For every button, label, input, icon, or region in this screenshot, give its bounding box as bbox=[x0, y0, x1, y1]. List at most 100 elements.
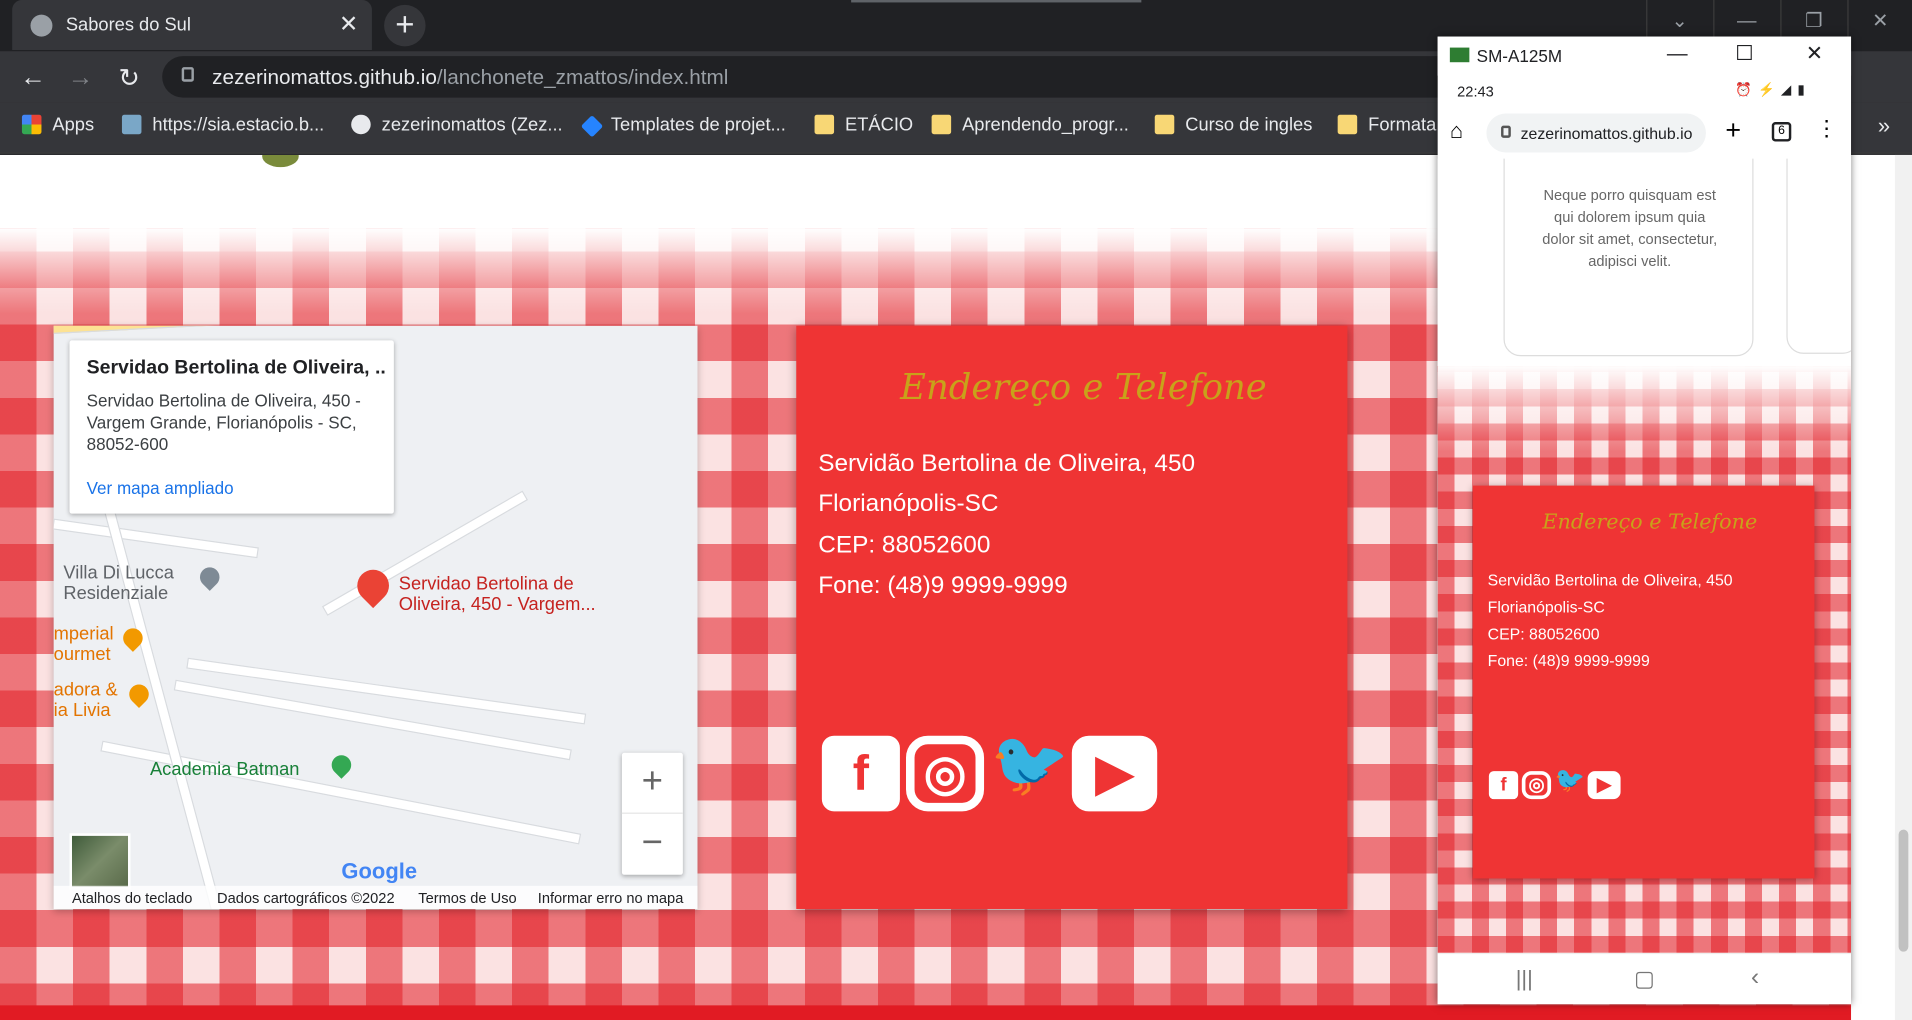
folder-icon bbox=[931, 114, 952, 135]
apps-grid-icon bbox=[21, 114, 42, 135]
instagram-icon[interactable]: ◎ bbox=[1521, 771, 1552, 800]
bookmark-estacio[interactable]: ETÁCIO bbox=[814, 114, 913, 142]
reload-button[interactable]: ↻ bbox=[115, 63, 144, 94]
map-data-text: Dados cartográficos ©2022 bbox=[217, 889, 395, 907]
gym-pin-icon bbox=[327, 751, 356, 779]
url-text: zezerinomattos.github.io/lanchonete_zmat… bbox=[212, 65, 729, 90]
terms-link[interactable]: Termos de Uso bbox=[418, 889, 516, 906]
contact-city: Florianópolis-SC bbox=[818, 490, 999, 518]
embedded-map[interactable]: Servidao Bertolina de Oliveira, ... Serv… bbox=[53, 325, 698, 909]
more-bookmarks-icon[interactable]: » bbox=[1878, 113, 1890, 139]
facebook-icon[interactable]: f bbox=[821, 735, 900, 812]
instagram-icon[interactable]: ◎ bbox=[906, 735, 985, 812]
android-nav-bar: ||| ▢ ‹ bbox=[1437, 952, 1852, 1005]
new-tab-button[interactable]: + bbox=[384, 4, 426, 47]
phone-new-tab-icon[interactable]: + bbox=[1725, 115, 1741, 147]
phone-page: Neque porro quisquam est qui dolorem ips… bbox=[1437, 158, 1852, 953]
twitter-icon[interactable]: 🐦 bbox=[990, 733, 1069, 812]
contact-card: Endereço e Telefone Servidão Bertolina d… bbox=[796, 325, 1348, 909]
poi-imperial-gourmet[interactable]: mperial ourmet bbox=[54, 623, 121, 664]
phone-url: zezerinomattos.github.io bbox=[1520, 124, 1693, 143]
google-logo: Google bbox=[341, 858, 418, 884]
contact-cep: CEP: 88052600 bbox=[818, 531, 991, 559]
phone-maximize-button[interactable]: ☐ bbox=[1735, 41, 1754, 65]
product-card: Neque porro quisquam est qui dolorem ips… bbox=[1503, 158, 1754, 357]
forward-button[interactable]: → bbox=[66, 63, 95, 92]
folder-icon bbox=[814, 114, 835, 135]
bookmark-curso-ingles[interactable]: Curso de ingles bbox=[1154, 114, 1312, 142]
phone-contact-cep: CEP: 88052600 bbox=[1487, 624, 1600, 643]
poi-academia-batman[interactable]: Academia Batman bbox=[150, 759, 299, 780]
facebook-icon[interactable]: f bbox=[1488, 771, 1519, 800]
phone-status-bar: 22:43 ⏰ ⚡ ◢ ▮ bbox=[1438, 76, 1851, 108]
phone-window-titlebar: SM-A125M — ☐ ✕ bbox=[1437, 36, 1852, 76]
view-larger-map-link[interactable]: Ver mapa ampliado bbox=[87, 478, 234, 498]
folder-icon bbox=[1154, 114, 1175, 135]
phone-contact-city: Florianópolis-SC bbox=[1487, 597, 1605, 617]
bookmark-aprendendo[interactable]: Aprendendo_progr... bbox=[931, 114, 1129, 142]
phone-menu-icon[interactable]: ⋮ bbox=[1816, 116, 1838, 142]
close-window-button[interactable]: ✕ bbox=[1847, 0, 1912, 47]
product-card-text: Neque porro quisquam est qui dolorem ips… bbox=[1542, 186, 1718, 270]
phone-mirror-window: SM-A125M — ☐ ✕ 22:43 ⏰ ⚡ ◢ ▮ ⌂ zezerinom… bbox=[1437, 36, 1852, 1005]
phone-browser-toolbar: ⌂ zezerinomattos.github.io + 6 ⋮ bbox=[1438, 107, 1851, 158]
next-product-card bbox=[1786, 158, 1852, 354]
zoom-control: + − bbox=[621, 752, 683, 875]
folder-icon bbox=[1337, 114, 1358, 135]
contact-phone: Fone: (48)9 9999-9999 bbox=[818, 572, 1068, 600]
restaurant-pin-icon bbox=[125, 680, 153, 709]
bookmark-templates[interactable]: Templates de projet... bbox=[580, 115, 786, 142]
tabs-count[interactable]: 6 bbox=[1771, 122, 1792, 142]
phone-contact-street: Servidão Bertolina de Oliveira, 450 bbox=[1487, 571, 1733, 590]
youtube-icon[interactable]: ▶ bbox=[1587, 771, 1621, 800]
zoom-in-button[interactable]: + bbox=[621, 753, 683, 814]
device-name: SM-A125M bbox=[1476, 46, 1563, 66]
android-home-icon[interactable]: ▢ bbox=[1634, 966, 1655, 992]
map-road bbox=[53, 518, 259, 559]
home-icon[interactable]: ⌂ bbox=[1450, 118, 1463, 144]
zoom-out-button[interactable]: − bbox=[622, 814, 683, 875]
place-address: Servidao Bertolina de Oliveira, 450 - Va… bbox=[86, 390, 361, 454]
map-footer: Atalhos do teclado Dados cartográficos ©… bbox=[53, 885, 698, 909]
twitter-icon[interactable]: 🐦 bbox=[1555, 769, 1585, 799]
report-error-link[interactable]: Informar erro no mapa bbox=[538, 889, 684, 906]
satellite-toggle[interactable] bbox=[69, 833, 131, 890]
phone-contact-phone: Fone: (48)9 9999-9999 bbox=[1487, 651, 1650, 670]
phone-contact-card: Endereço e Telefone Servidão Bertolina d… bbox=[1473, 485, 1815, 879]
browser-tab[interactable]: Sabores do Sul ✕ bbox=[12, 0, 372, 51]
device-icon bbox=[1449, 47, 1470, 63]
android-back-icon[interactable]: ‹ bbox=[1751, 964, 1759, 992]
phone-minimize-button[interactable]: — bbox=[1667, 41, 1688, 65]
window-drag-indicator bbox=[851, 0, 1142, 3]
status-icons: ⏰ ⚡ ◢ ▮ bbox=[1735, 82, 1807, 98]
back-button[interactable]: ← bbox=[18, 63, 47, 92]
footer-band bbox=[0, 1005, 1912, 1020]
decorative-leaf bbox=[262, 154, 299, 168]
keyboard-shortcuts-link[interactable]: Atalhos do teclado bbox=[72, 889, 192, 906]
phone-time: 22:43 bbox=[1457, 82, 1494, 101]
phone-address-bar[interactable]: zezerinomattos.github.io bbox=[1486, 113, 1706, 153]
phone-contact-heading: Endereço e Telefone bbox=[1542, 510, 1758, 535]
place-info-card: Servidao Bertolina de Oliveira, ... Serv… bbox=[69, 340, 394, 514]
poi-villa-di-lucca[interactable]: Villa Di Lucca Residenziale bbox=[63, 562, 209, 603]
site-icon bbox=[121, 114, 142, 135]
recent-apps-icon[interactable]: ||| bbox=[1516, 966, 1533, 992]
phone-close-button[interactable]: ✕ bbox=[1806, 41, 1823, 65]
bookmark-github[interactable]: zezerinomattos (Zez... bbox=[351, 114, 563, 142]
bookmark-formata[interactable]: Formata bbox=[1337, 114, 1436, 142]
globe-icon bbox=[30, 14, 53, 37]
bookmark-sia[interactable]: https://sia.estacio.b... bbox=[121, 114, 324, 142]
jira-icon bbox=[580, 115, 604, 138]
marker-label: Servidao Bertolina de Oliveira, 450 - Va… bbox=[398, 573, 596, 615]
close-tab-icon[interactable]: ✕ bbox=[339, 11, 358, 39]
bookmark-apps[interactable]: Apps bbox=[21, 114, 94, 142]
github-icon bbox=[351, 114, 371, 135]
page-scrollbar[interactable] bbox=[1894, 154, 1912, 1020]
tab-title: Sabores do Sul bbox=[65, 14, 191, 36]
scrollbar-thumb[interactable] bbox=[1898, 829, 1909, 952]
place-title: Servidao Bertolina de Oliveira, ... bbox=[86, 357, 387, 379]
lock-icon bbox=[181, 67, 194, 82]
poi-livia[interactable]: adora & ia Livia bbox=[54, 680, 122, 721]
contact-street: Servidão Bertolina de Oliveira, 450 bbox=[818, 450, 1196, 478]
youtube-icon[interactable]: ▶ bbox=[1071, 735, 1158, 812]
